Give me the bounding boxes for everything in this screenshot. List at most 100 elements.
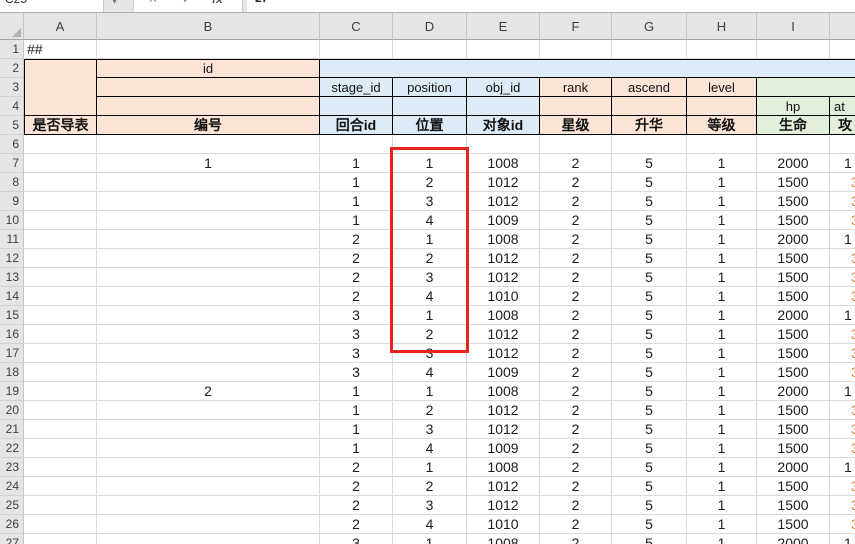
cell[interactable] <box>24 249 97 268</box>
row-number[interactable]: 22 <box>0 439 24 458</box>
cell[interactable]: 4 <box>393 439 467 458</box>
header-cell[interactable]: 位置 <box>393 116 467 135</box>
cell[interactable]: 1 <box>393 382 467 401</box>
cell[interactable] <box>24 515 97 534</box>
cell[interactable] <box>540 135 612 154</box>
cell[interactable] <box>97 534 320 544</box>
cell[interactable]: 2 <box>320 515 393 534</box>
cell[interactable]: 1012 <box>467 344 540 363</box>
cell[interactable]: 5 <box>612 515 687 534</box>
row-number[interactable]: 18 <box>0 363 24 382</box>
cell[interactable]: 2 <box>540 306 612 325</box>
cell[interactable]: 1 <box>320 439 393 458</box>
row-number[interactable]: 23 <box>0 458 24 477</box>
cell[interactable]: 3 <box>830 363 855 382</box>
cell[interactable]: 1 <box>687 230 757 249</box>
cell[interactable]: 2 <box>540 192 612 211</box>
cell[interactable]: 1 <box>687 496 757 515</box>
header-cell[interactable]: 对象id <box>467 116 540 135</box>
cell[interactable]: 3 <box>320 325 393 344</box>
cell[interactable]: 1 <box>687 306 757 325</box>
cell[interactable] <box>24 192 97 211</box>
cell[interactable] <box>97 306 320 325</box>
header-cell[interactable]: level <box>687 78 757 97</box>
column-header-E[interactable]: E <box>467 13 540 40</box>
cell[interactable]: 2 <box>540 268 612 287</box>
cell[interactable] <box>24 135 97 154</box>
cell[interactable]: 1 <box>320 420 393 439</box>
cell[interactable]: 2 <box>393 173 467 192</box>
cell[interactable]: 1 <box>687 287 757 306</box>
cell[interactable]: 2 <box>540 420 612 439</box>
cell[interactable]: 3 <box>393 344 467 363</box>
row-number[interactable]: 21 <box>0 420 24 439</box>
cell[interactable]: 3 <box>830 268 855 287</box>
column-header-C[interactable]: C <box>320 13 393 40</box>
cell[interactable]: 3 <box>830 401 855 420</box>
cell[interactable] <box>24 458 97 477</box>
row-number[interactable]: 19 <box>0 382 24 401</box>
cell[interactable]: 1 <box>687 420 757 439</box>
row-number[interactable]: 6 <box>0 135 24 154</box>
cell[interactable]: 1 <box>687 154 757 173</box>
header-cell[interactable]: 是否导表 <box>24 116 97 135</box>
cell[interactable]: 5 <box>612 534 687 544</box>
header-cell[interactable]: stage_id <box>320 78 393 97</box>
header-cell[interactable]: 攻 <box>830 116 855 135</box>
cell[interactable]: 2 <box>540 173 612 192</box>
insert-function-icon[interactable]: fx <box>212 0 223 6</box>
header-cell[interactable] <box>320 59 855 78</box>
header-cell[interactable]: id <box>97 59 320 78</box>
cell[interactable]: 1 <box>320 192 393 211</box>
header-cell[interactable]: hp <box>757 97 830 116</box>
cell[interactable]: 3 <box>830 344 855 363</box>
cell[interactable] <box>97 268 320 287</box>
cell[interactable]: 1 <box>687 439 757 458</box>
cell[interactable] <box>97 211 320 230</box>
cell[interactable]: 2 <box>97 382 320 401</box>
cell[interactable]: 1 <box>687 325 757 344</box>
cell[interactable]: 1 <box>687 211 757 230</box>
cell[interactable]: 2 <box>540 287 612 306</box>
cell[interactable]: 3 <box>830 249 855 268</box>
cell[interactable]: 3 <box>320 534 393 544</box>
cell[interactable]: 2 <box>540 477 612 496</box>
cell[interactable]: 1008 <box>467 458 540 477</box>
cell[interactable]: 1008 <box>467 534 540 544</box>
cell[interactable] <box>97 344 320 363</box>
cell[interactable]: 2000 <box>757 458 830 477</box>
cell[interactable]: 1008 <box>467 306 540 325</box>
cell[interactable]: 3 <box>830 287 855 306</box>
cell[interactable]: 2 <box>540 515 612 534</box>
cell[interactable] <box>757 40 830 59</box>
cell[interactable]: 2 <box>393 249 467 268</box>
cell[interactable]: 1 <box>320 154 393 173</box>
cell[interactable]: 1012 <box>467 325 540 344</box>
cell[interactable]: 2 <box>320 230 393 249</box>
cell[interactable]: 1008 <box>467 230 540 249</box>
cell[interactable] <box>97 230 320 249</box>
column-header-D[interactable]: D <box>393 13 467 40</box>
cell[interactable]: 1 <box>320 211 393 230</box>
cell[interactable]: 1008 <box>467 154 540 173</box>
cell[interactable] <box>320 40 393 59</box>
cell[interactable] <box>97 458 320 477</box>
header-cell[interactable]: 生命 <box>757 116 830 135</box>
cell[interactable]: 5 <box>612 173 687 192</box>
cell[interactable]: 2000 <box>757 382 830 401</box>
cell[interactable]: 1 <box>687 382 757 401</box>
cell[interactable]: 3 <box>830 325 855 344</box>
cell[interactable]: 1 <box>830 306 855 325</box>
enter-icon[interactable]: ✓ <box>182 0 192 6</box>
cell[interactable] <box>24 287 97 306</box>
cell[interactable] <box>24 401 97 420</box>
cell[interactable]: 2 <box>540 382 612 401</box>
cell[interactable]: 1 <box>393 154 467 173</box>
cell[interactable]: 2 <box>540 249 612 268</box>
cell[interactable]: 1 <box>393 230 467 249</box>
cell[interactable]: 3 <box>320 363 393 382</box>
cell[interactable] <box>97 325 320 344</box>
name-box[interactable]: C25 <box>0 0 104 12</box>
cell[interactable]: 1 <box>687 458 757 477</box>
cell[interactable] <box>24 382 97 401</box>
